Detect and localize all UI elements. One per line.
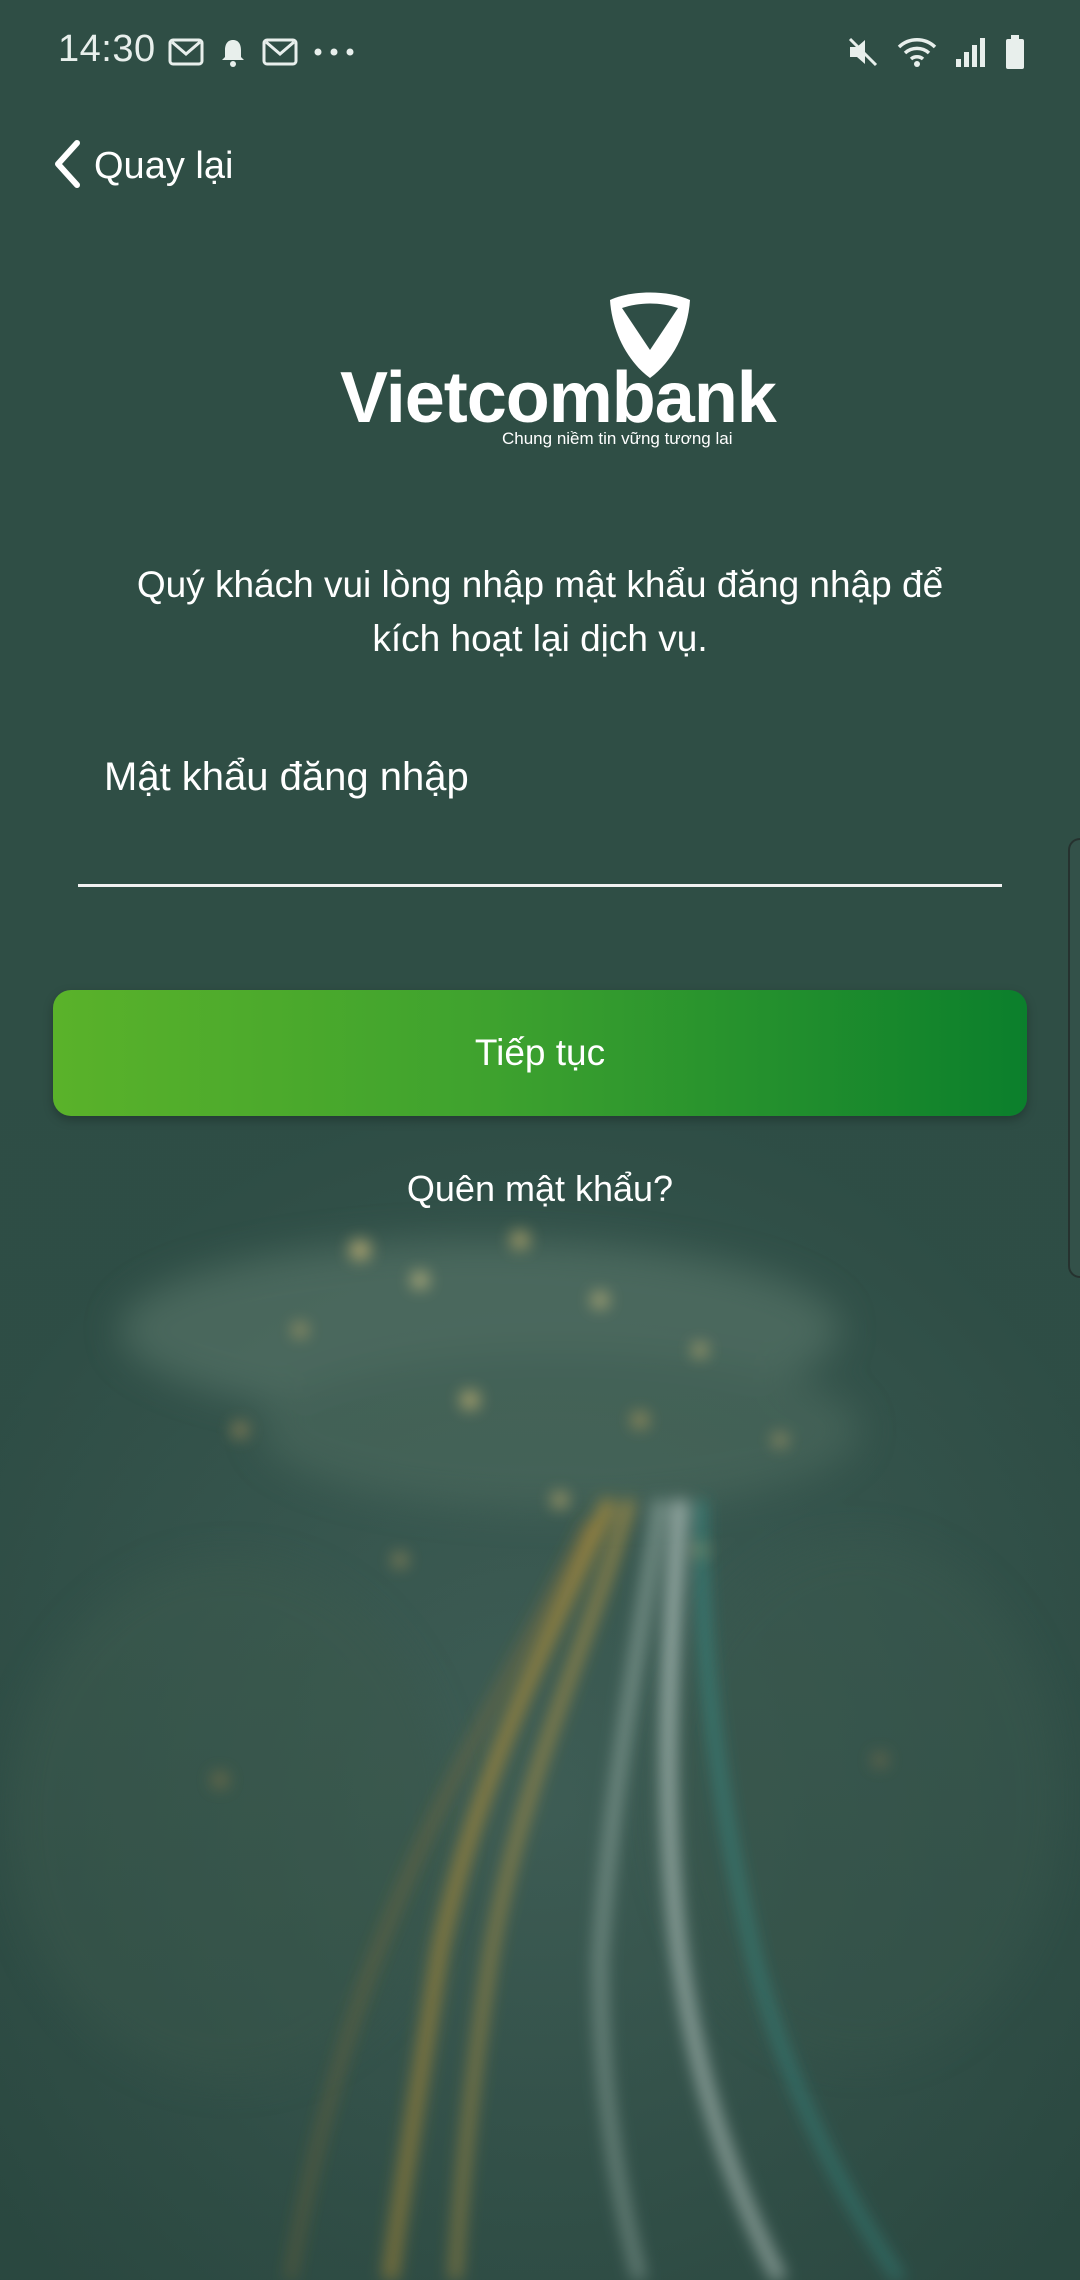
signal-icon	[954, 35, 988, 69]
logo-tagline: Chung niềm tin vững tương lai	[502, 429, 733, 448]
instruction-text: Quý khách vui lòng nhập mật khẩu đăng nh…	[90, 558, 990, 666]
vietcombank-logo: Vietcombank Chung niềm tin vững tương la…	[340, 292, 777, 462]
status-notification-icons	[168, 30, 356, 74]
bell-icon	[218, 36, 248, 68]
gmail-icon	[262, 37, 298, 67]
back-label: Quay lại	[94, 144, 234, 187]
mute-icon	[846, 35, 880, 69]
more-dots-icon	[312, 46, 356, 58]
logo-brand-text: Vietcombank	[340, 358, 777, 438]
chevron-left-icon	[52, 139, 82, 194]
login-screen: 14:30 Quay lại Vietcombank Chung niềm ti…	[0, 0, 1080, 2280]
password-field[interactable]	[78, 728, 1002, 887]
gmail-icon	[168, 37, 204, 67]
edge-panel-handle[interactable]	[1068, 838, 1080, 1278]
instruction-line-1: Quý khách vui lòng nhập mật khẩu đăng nh…	[136, 564, 944, 605]
forgot-password-link[interactable]: Quên mật khẩu?	[340, 1168, 740, 1210]
continue-button[interactable]: Tiếp tục	[53, 990, 1027, 1116]
status-system-icons	[846, 30, 1026, 74]
status-time: 14:30	[58, 28, 156, 70]
instruction-line-2: kích hoạt lại dịch vụ.	[372, 618, 708, 659]
password-input[interactable]	[104, 742, 984, 812]
battery-icon	[1004, 34, 1026, 70]
wifi-icon	[896, 35, 938, 69]
back-button[interactable]: Quay lại	[52, 136, 233, 196]
status-bar: 14:30	[0, 0, 1080, 104]
